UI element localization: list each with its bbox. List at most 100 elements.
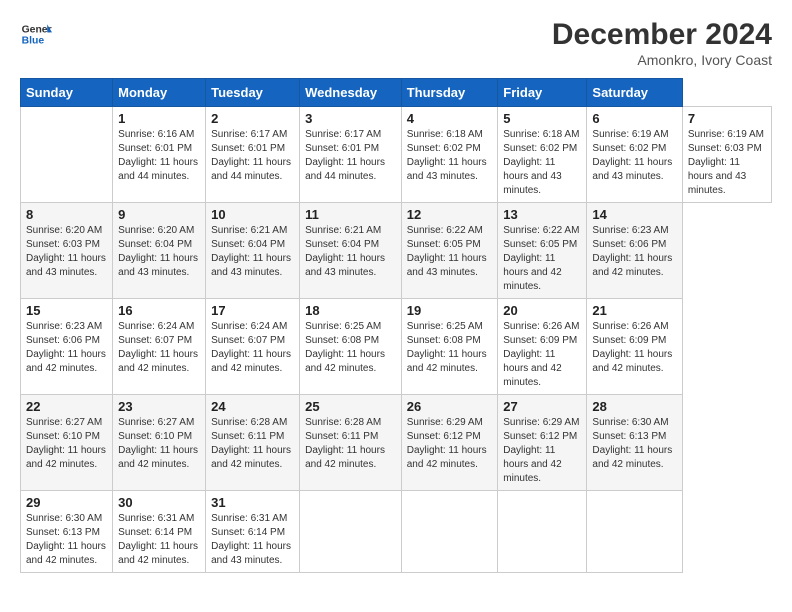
day-number: 28 [592,399,676,414]
calendar-cell: 8Sunrise: 6:20 AMSunset: 6:03 PMDaylight… [21,203,113,299]
day-info: Sunrise: 6:17 AMSunset: 6:01 PMDaylight:… [305,129,385,182]
day-number: 29 [26,495,107,510]
calendar-cell: 11 Sunrise: 6:21 AMSunset: 6:04 PMDayligh… [300,203,402,299]
main-title: December 2024 [552,18,772,52]
calendar-week-4: 22 Sunrise: 6:27 AMSunset: 6:10 PMDayligh… [21,395,772,491]
calendar-cell: 18 Sunrise: 6:25 AMSunset: 6:08 PMDayligh… [300,299,402,395]
logo: General Blue [20,18,52,50]
day-info: Sunrise: 6:24 AMSunset: 6:07 PMDaylight:… [118,321,198,374]
day-info: Sunrise: 6:26 AMSunset: 6:09 PMDaylight:… [503,321,579,388]
day-info: Sunrise: 6:19 AMSunset: 6:02 PMDaylight:… [592,129,672,182]
calendar-cell [300,491,402,573]
day-info: Sunrise: 6:18 AMSunset: 6:02 PMDaylight:… [407,129,487,182]
col-tuesday: Tuesday [206,79,300,107]
calendar-cell: 5 Sunrise: 6:18 AMSunset: 6:02 PMDaylight… [498,107,587,203]
day-info: Sunrise: 6:21 AMSunset: 6:04 PMDaylight:… [211,225,291,278]
day-number: 13 [503,207,581,222]
calendar-cell [21,107,113,203]
col-thursday: Thursday [401,79,498,107]
day-info: Sunrise: 6:22 AMSunset: 6:05 PMDaylight:… [503,225,579,292]
day-number: 22 [26,399,107,414]
day-info: Sunrise: 6:30 AMSunset: 6:13 PMDaylight:… [592,417,672,470]
day-info: Sunrise: 6:25 AMSunset: 6:08 PMDaylight:… [305,321,385,374]
calendar-week-3: 15Sunrise: 6:23 AMSunset: 6:06 PMDayligh… [21,299,772,395]
calendar-cell: 21 Sunrise: 6:26 AMSunset: 6:09 PMDayligh… [587,299,682,395]
day-info: Sunrise: 6:18 AMSunset: 6:02 PMDaylight:… [503,129,579,196]
day-info: Sunrise: 6:22 AMSunset: 6:05 PMDaylight:… [407,225,487,278]
day-info: Sunrise: 6:28 AMSunset: 6:11 PMDaylight:… [211,417,291,470]
calendar-cell [401,491,498,573]
calendar-cell: 27Sunrise: 6:29 AMSunset: 6:12 PMDayligh… [498,395,587,491]
calendar-cell: 25Sunrise: 6:28 AMSunset: 6:11 PMDayligh… [300,395,402,491]
calendar-cell: 17 Sunrise: 6:24 AMSunset: 6:07 PMDayligh… [206,299,300,395]
day-info: Sunrise: 6:23 AMSunset: 6:06 PMDaylight:… [26,321,106,374]
calendar-cell: 28 Sunrise: 6:30 AMSunset: 6:13 PMDayligh… [587,395,682,491]
subtitle: Amonkro, Ivory Coast [552,52,772,68]
header-row: Sunday Monday Tuesday Wednesday Thursday… [21,79,772,107]
day-number: 21 [592,303,676,318]
calendar-cell: 16 Sunrise: 6:24 AMSunset: 6:07 PMDayligh… [113,299,206,395]
calendar-cell: 26 Sunrise: 6:29 AMSunset: 6:12 PMDayligh… [401,395,498,491]
day-number: 26 [407,399,493,414]
calendar-cell [587,491,682,573]
day-info: Sunrise: 6:23 AMSunset: 6:06 PMDaylight:… [592,225,672,278]
day-number: 27 [503,399,581,414]
calendar-cell [498,491,587,573]
calendar-cell: 7Sunrise: 6:19 AMSunset: 6:03 PMDaylight… [682,107,771,203]
page: General Blue December 2024 Amonkro, Ivor… [0,0,792,612]
day-number: 5 [503,111,581,126]
logo-icon: General Blue [20,18,52,50]
day-info: Sunrise: 6:25 AMSunset: 6:08 PMDaylight:… [407,321,487,374]
calendar-table: Sunday Monday Tuesday Wednesday Thursday… [20,78,772,573]
calendar-cell: 3 Sunrise: 6:17 AMSunset: 6:01 PMDaylight… [300,107,402,203]
day-number: 24 [211,399,294,414]
calendar-cell: 1Sunrise: 6:16 AMSunset: 6:01 PMDaylight… [113,107,206,203]
day-number: 20 [503,303,581,318]
day-info: Sunrise: 6:21 AMSunset: 6:04 PMDaylight:… [305,225,385,278]
col-monday: Monday [113,79,206,107]
calendar-cell: 9Sunrise: 6:20 AMSunset: 6:04 PMDaylight… [113,203,206,299]
title-block: December 2024 Amonkro, Ivory Coast [552,18,772,68]
day-number: 31 [211,495,294,510]
day-info: Sunrise: 6:17 AMSunset: 6:01 PMDaylight:… [211,129,291,182]
col-wednesday: Wednesday [300,79,402,107]
calendar-cell: 6 Sunrise: 6:19 AMSunset: 6:02 PMDaylight… [587,107,682,203]
day-info: Sunrise: 6:29 AMSunset: 6:12 PMDaylight:… [407,417,487,470]
calendar-week-1: 1Sunrise: 6:16 AMSunset: 6:01 PMDaylight… [21,107,772,203]
day-number: 23 [118,399,200,414]
day-info: Sunrise: 6:27 AMSunset: 6:10 PMDaylight:… [118,417,198,470]
day-number: 17 [211,303,294,318]
day-number: 12 [407,207,493,222]
day-number: 30 [118,495,200,510]
day-number: 11 [305,207,396,222]
calendar-body: 1Sunrise: 6:16 AMSunset: 6:01 PMDaylight… [21,107,772,573]
calendar-cell: 23 Sunrise: 6:27 AMSunset: 6:10 PMDayligh… [113,395,206,491]
header: General Blue December 2024 Amonkro, Ivor… [20,18,772,68]
day-info: Sunrise: 6:27 AMSunset: 6:10 PMDaylight:… [26,417,106,470]
day-number: 10 [211,207,294,222]
day-number: 25 [305,399,396,414]
calendar-cell: 12 Sunrise: 6:22 AMSunset: 6:05 PMDayligh… [401,203,498,299]
calendar-cell: 30 Sunrise: 6:31 AMSunset: 6:14 PMDayligh… [113,491,206,573]
day-number: 18 [305,303,396,318]
day-info: Sunrise: 6:26 AMSunset: 6:09 PMDaylight:… [592,321,672,374]
day-number: 16 [118,303,200,318]
day-number: 14 [592,207,676,222]
svg-text:Blue: Blue [22,36,45,47]
day-info: Sunrise: 6:16 AMSunset: 6:01 PMDaylight:… [118,129,198,182]
col-friday: Friday [498,79,587,107]
day-info: Sunrise: 6:24 AMSunset: 6:07 PMDaylight:… [211,321,291,374]
calendar-header: Sunday Monday Tuesday Wednesday Thursday… [21,79,772,107]
day-number: 19 [407,303,493,318]
calendar-cell: 22 Sunrise: 6:27 AMSunset: 6:10 PMDayligh… [21,395,113,491]
day-number: 9 [118,207,200,222]
calendar-cell: 4Sunrise: 6:18 AMSunset: 6:02 PMDaylight… [401,107,498,203]
day-number: 7 [688,111,766,126]
col-saturday: Saturday [587,79,682,107]
day-number: 6 [592,111,676,126]
calendar-week-5: 29Sunrise: 6:30 AMSunset: 6:13 PMDayligh… [21,491,772,573]
day-info: Sunrise: 6:31 AMSunset: 6:14 PMDaylight:… [118,513,198,566]
day-number: 8 [26,207,107,222]
calendar-week-2: 8Sunrise: 6:20 AMSunset: 6:03 PMDaylight… [21,203,772,299]
day-number: 3 [305,111,396,126]
